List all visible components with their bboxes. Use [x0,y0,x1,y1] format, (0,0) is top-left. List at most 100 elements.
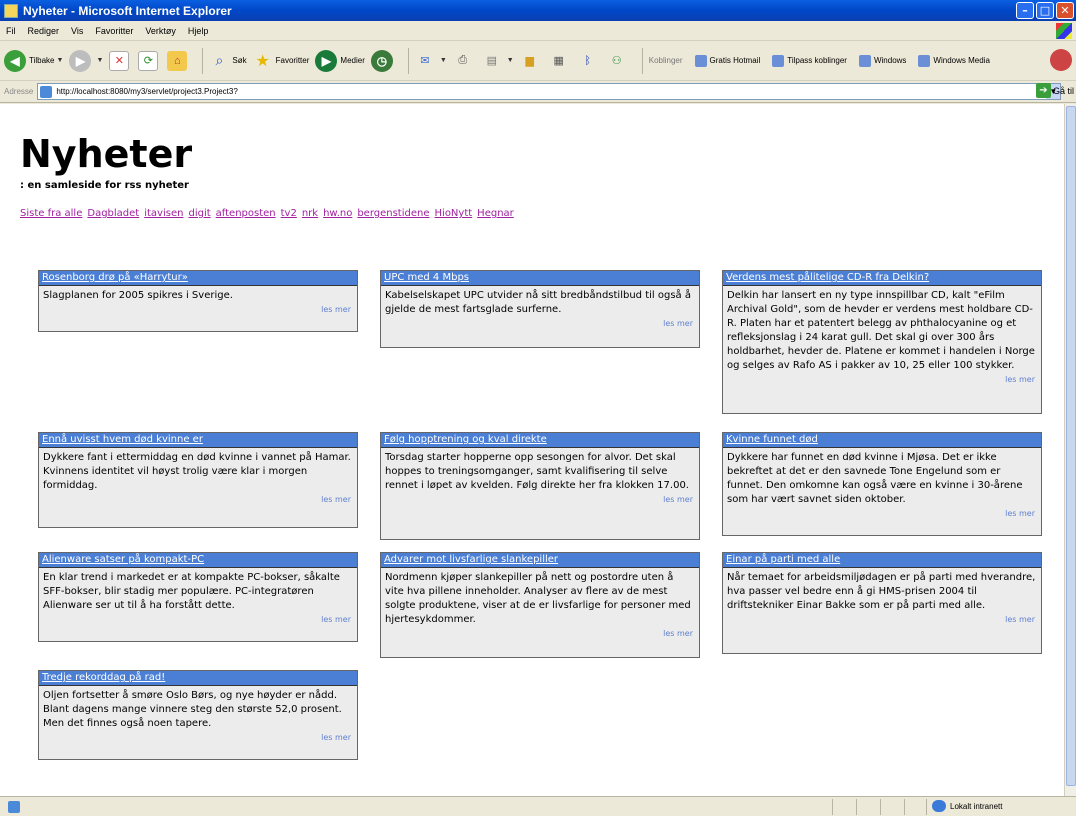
edit-dropdown-icon[interactable]: ▼ [507,57,514,64]
link-page-icon [694,54,707,67]
news-card-title[interactable]: UPC med 4 Mbps [381,271,699,286]
news-card-title[interactable]: Ennå uvisst hvem død kvinne er [39,433,357,448]
news-card-title[interactable]: Einar på parti med alle [723,553,1041,568]
menu-file[interactable]: Fil [6,26,16,36]
favorites-button[interactable]: ★ Favoritter [253,51,309,71]
stop-button[interactable]: ✕ [109,50,132,71]
read-more-link[interactable]: les mer [723,615,1041,628]
news-card: Følg hopptrening og kval direkte Torsdag… [380,432,700,540]
read-more-link[interactable]: les mer [381,629,699,642]
news-card: Alienware satser på kompakt-PC En klar t… [38,552,358,642]
minimize-button[interactable]: – [1016,2,1034,19]
media-button[interactable]: ▶ Medier [315,49,365,72]
source-link-hionytt[interactable]: HioNytt [435,208,473,219]
news-card-title[interactable]: Tredje rekorddag på rad! [39,671,357,686]
read-more-link[interactable]: les mer [723,375,1041,388]
read-more-link[interactable]: les mer [39,733,357,746]
source-link-bergenstidene[interactable]: bergenstidene [357,208,429,219]
status-divider [832,799,833,815]
forward-dropdown-icon[interactable]: ▼ [96,57,103,64]
menu-tools[interactable]: Verktøy [145,26,176,36]
media-icon: ▶ [315,49,338,72]
page-viewport: Nyheter : en samleside for rss nyheter S… [0,104,1064,796]
source-link-hegnar[interactable]: Hegnar [477,208,514,219]
menu-bar: Fil Rediger Vis Favoritter Verktøy Hjelp [0,21,1076,41]
news-card-title[interactable]: Advarer mot livsfarlige slankepiller [381,553,699,568]
read-more-link[interactable]: les mer [39,495,357,508]
news-card: Advarer mot livsfarlige slankepiller Nor… [380,552,700,658]
mail-button[interactable]: ✉ ▼ [415,51,447,71]
address-input[interactable]: http://localhost:8080/my3/servlet/projec… [37,83,1062,100]
link-windows[interactable]: Windows [858,54,906,67]
search-button[interactable]: ⌕ Søk [209,51,246,71]
read-more-link[interactable]: les mer [39,305,357,318]
window-title-bar[interactable]: Nyheter - Microsoft Internet Explorer – … [0,0,1076,21]
news-card-body: Torsdag starter hopperne opp sesongen fo… [385,452,689,491]
refresh-button[interactable]: ⟳ [138,50,161,71]
news-card-title[interactable]: Verdens mest pålitelige CD-R fra Delkin? [723,271,1041,286]
toolbar-extra-icon[interactable] [1050,49,1072,71]
source-link-dagbladet[interactable]: Dagbladet [87,208,139,219]
toolbar-separator [202,47,204,74]
mail-dropdown-icon[interactable]: ▼ [440,57,447,64]
messenger-icon: ⚇ [611,55,622,67]
news-card-title[interactable]: Alienware satser på kompakt-PC [39,553,357,568]
source-link-tv2[interactable]: tv2 [281,208,297,219]
source-link-hwno[interactable]: hw.no [323,208,352,219]
forward-button[interactable]: ▶ ▼ [69,49,103,72]
news-card-body: En klar trend i markedet er at kompakte … [43,572,340,611]
toolbar-separator [407,47,409,74]
bluetooth-button[interactable]: ᛒ [578,51,601,71]
menu-help[interactable]: Hjelp [188,26,209,36]
news-card-body: Når temaet for arbeidsmiljødagen er på p… [727,572,1036,611]
refresh-icon: ⟳ [138,50,159,71]
read-more-link[interactable]: les mer [381,319,699,332]
news-card-body: Delkin har lansert en ny type innspillba… [727,290,1035,371]
menu-edit[interactable]: Rediger [28,26,60,36]
source-link-digit[interactable]: digit [188,208,210,219]
read-more-link[interactable]: les mer [381,495,699,508]
back-button[interactable]: ◀ Tilbake ▼ [4,49,64,72]
back-dropdown-icon[interactable]: ▼ [57,57,64,64]
link-windows-media[interactable]: Windows Media [918,54,990,67]
vertical-scrollbar[interactable] [1064,104,1076,796]
source-link-all[interactable]: Siste fra alle [20,208,82,219]
source-link-aftenposten[interactable]: aftenposten [216,208,276,219]
menu-view[interactable]: Vis [71,26,83,36]
news-card: Kvinne funnet død Dykkere har funnet en … [722,432,1042,536]
page-tagline: : en samleside for rss nyheter [20,180,189,191]
news-card-title[interactable]: Rosenborg drø på «Harrytur» [39,271,357,286]
back-label: Tilbake [29,56,55,65]
history-button[interactable]: ◷ [370,49,396,72]
address-label: Adresse [4,87,34,96]
menu-favorites[interactable]: Favoritter [95,26,133,36]
scrollbar-thumb[interactable] [1066,106,1076,786]
news-card-title[interactable]: Kvinne funnet død [723,433,1041,448]
folder-button[interactable]: ▆ [520,51,543,71]
read-more-link[interactable]: les mer [39,615,357,628]
home-button[interactable]: ⌂ [167,50,190,71]
maximize-button[interactable]: □ [1036,2,1054,19]
link-page-icon [858,54,871,67]
read-more-link[interactable]: les mer [723,509,1041,522]
news-card-title[interactable]: Følg hopptrening og kval direkte [381,433,699,448]
edit-button[interactable]: ▤ ▼ [482,51,514,71]
link-customize[interactable]: Tilpass koblinger [772,54,847,67]
news-card-body: Dykkere fant i ettermiddag en død kvinne… [43,452,351,491]
source-link-itavisen[interactable]: itavisen [144,208,183,219]
windows-logo-icon [1056,23,1072,39]
standard-toolbar: ◀ Tilbake ▼ ▶ ▼ ✕ ⟳ ⌂ ⌕ Søk ★ Favoritter… [0,41,1076,81]
page-icon [40,85,53,98]
link-page-icon [918,54,931,67]
go-button[interactable]: ➔ Gå til [1035,83,1074,98]
link-hotmail[interactable]: Gratis Hotmail [694,54,760,67]
messenger-button[interactable]: ⚇ [607,51,630,71]
links-label: Koblinger [649,56,683,65]
folder-icon: ▆ [525,55,534,67]
print-button[interactable]: ⎙ [453,51,476,71]
address-url: http://localhost:8080/my3/servlet/projec… [56,87,238,96]
source-link-nrk[interactable]: nrk [302,208,318,219]
close-button[interactable]: ✕ [1056,2,1074,19]
news-card-body: Nordmenn kjøper slankepiller på nett og … [385,572,691,625]
research-button[interactable]: ▦ [549,51,572,71]
